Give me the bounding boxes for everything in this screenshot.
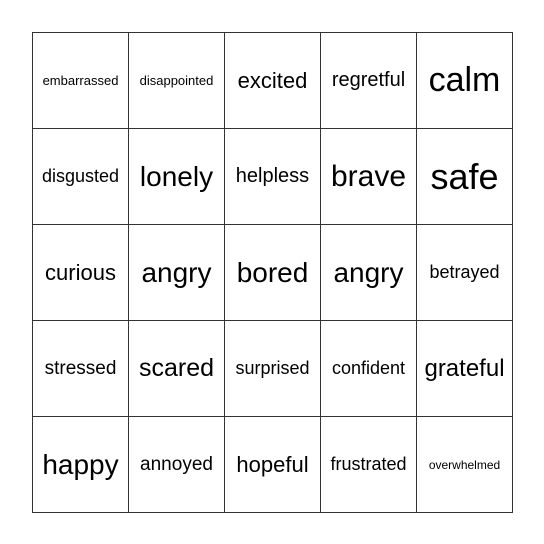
bingo-cell: safe <box>417 129 513 225</box>
bingo-cell: overwhelmed <box>417 417 513 513</box>
bingo-cell: bored <box>225 225 321 321</box>
bingo-cell: regretful <box>321 33 417 129</box>
bingo-cell: happy <box>33 417 129 513</box>
bingo-cell: lonely <box>129 129 225 225</box>
bingo-cell: scared <box>129 321 225 417</box>
bingo-cell: helpless <box>225 129 321 225</box>
bingo-cell: embarrassed <box>33 33 129 129</box>
bingo-cell: betrayed <box>417 225 513 321</box>
bingo-cell: disgusted <box>33 129 129 225</box>
bingo-cell: excited <box>225 33 321 129</box>
bingo-cell: angry <box>321 225 417 321</box>
bingo-card: embarrassed disappointed excited regretful c… <box>32 32 513 513</box>
bingo-cell: confident <box>321 321 417 417</box>
bingo-cell: stressed <box>33 321 129 417</box>
bingo-cell: disappointed <box>129 33 225 129</box>
bingo-cell: hopeful <box>225 417 321 513</box>
bingo-cell: surprised <box>225 321 321 417</box>
bingo-cell: curious <box>33 225 129 321</box>
bingo-cell: calm <box>417 33 513 129</box>
bingo-cell: grateful <box>417 321 513 417</box>
bingo-cell: frustrated <box>321 417 417 513</box>
bingo-cell: annoyed <box>129 417 225 513</box>
bingo-cell: angry <box>129 225 225 321</box>
bingo-cell: brave <box>321 129 417 225</box>
